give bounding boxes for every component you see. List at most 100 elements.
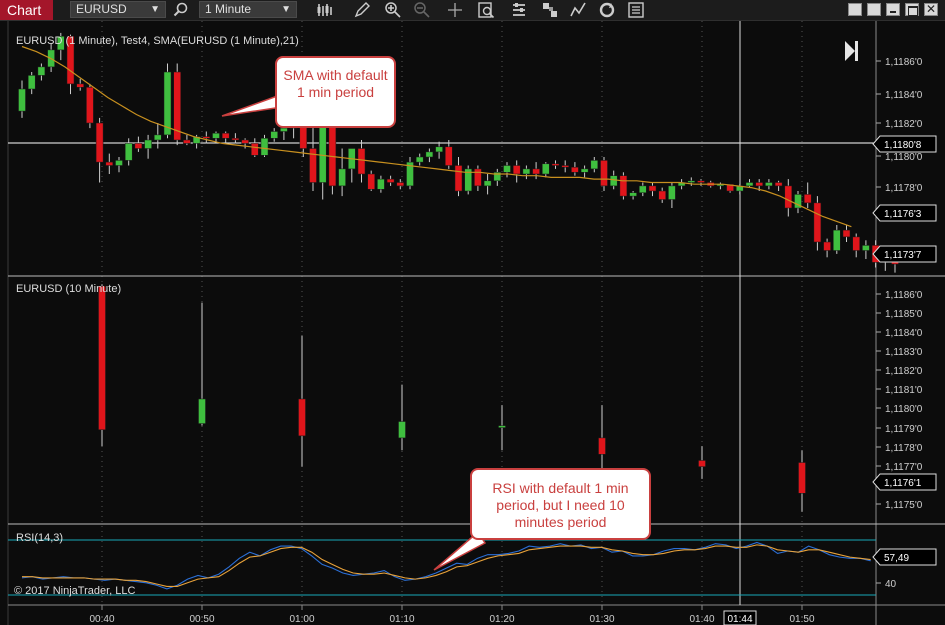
candle-body — [590, 160, 599, 170]
rsi-panel-title: RSI(14,3) — [16, 532, 63, 544]
time-tick-label: 01:20 — [489, 614, 514, 625]
strategies-icon[interactable] — [541, 1, 559, 19]
candle-body — [377, 178, 385, 190]
draw-pencil-icon[interactable] — [353, 1, 371, 19]
candle-body — [415, 156, 424, 163]
candle-body — [105, 161, 114, 166]
crosshair-icon[interactable] — [446, 1, 464, 19]
candle-body — [668, 185, 676, 200]
candle-body — [512, 165, 521, 175]
candle-body — [251, 143, 259, 156]
candle-body — [144, 139, 152, 149]
candle-body — [833, 229, 841, 251]
candle-body — [542, 163, 550, 175]
time-tick-label: 01:00 — [289, 614, 314, 625]
price-tick-label: 1,1175'0 — [885, 500, 923, 511]
candle-body — [98, 285, 106, 430]
candle-body — [784, 185, 793, 209]
candle-body — [498, 425, 506, 428]
minimize-button[interactable] — [886, 3, 900, 16]
zoom-in-icon[interactable] — [384, 1, 402, 19]
instrument-selector[interactable]: EURUSD ▼ — [70, 1, 166, 18]
rsi-value-marker-label: 57,49 — [884, 553, 909, 564]
sma-price-marker: 1,1176'3 — [872, 204, 937, 222]
candle-body — [328, 122, 337, 187]
candle-body — [445, 146, 453, 166]
time-tick-label: 01:40 — [689, 614, 714, 625]
close-button[interactable]: ✕ — [924, 2, 938, 16]
tab-chart[interactable]: Chart — [0, 0, 53, 20]
chart-toolbar: Chart EURUSD ▼ 1 Minute ▼ ✕ — [0, 0, 945, 21]
candle-body — [260, 138, 269, 156]
link-window-button[interactable] — [867, 3, 881, 16]
chevron-down-icon: ▼ — [150, 4, 160, 15]
ten-minute-panel-title: EURUSD (10 Minute) — [16, 283, 121, 295]
candle-body — [18, 88, 26, 112]
candle-body — [619, 175, 628, 197]
candle-body — [483, 180, 492, 187]
interval-selector[interactable]: 1 Minute ▼ — [199, 1, 297, 18]
crosshair-price-marker: 1,1180'8 — [872, 135, 937, 153]
ten-minute-price-marker-label: 1,1176'1 — [884, 478, 922, 489]
price-tick-label: 1,1180'0 — [885, 152, 923, 163]
indicators-icon[interactable] — [510, 1, 528, 19]
candle-body — [755, 182, 763, 187]
candle-body — [522, 168, 531, 175]
time-tick-label: 01:50 — [789, 614, 814, 625]
reload-icon[interactable] — [598, 1, 616, 19]
candle-body — [396, 182, 405, 187]
candle-body — [745, 182, 754, 187]
candle-body — [183, 139, 191, 144]
candle-body — [76, 83, 84, 88]
candle-body — [134, 143, 143, 149]
pin-window-button[interactable] — [848, 3, 862, 16]
candle-body — [629, 192, 637, 197]
price-tick-label: 1,1186'0 — [885, 57, 923, 68]
current-time-label: 01:44 — [727, 614, 752, 625]
candle-body — [37, 66, 46, 76]
candle-body — [280, 127, 288, 132]
candle-body — [386, 178, 395, 183]
instrument-value: EURUSD — [76, 2, 127, 16]
properties-icon[interactable] — [627, 1, 645, 19]
time-tick-label: 01:10 — [389, 614, 414, 625]
time-tick-label: 00:40 — [89, 614, 114, 625]
chevron-down-icon: ▼ — [281, 4, 291, 15]
candle-body — [600, 160, 608, 187]
price-tick-label: 40 — [885, 579, 897, 590]
candle-body — [687, 180, 696, 183]
candle-body — [532, 168, 540, 175]
candle-body — [571, 166, 579, 173]
main-panel-title: EURUSD (1 Minute), Test4, SMA(EURUSD (1 … — [16, 35, 299, 47]
price-tick-label: 1,1181'0 — [885, 385, 923, 396]
sma-price-marker-label: 1,1176'3 — [884, 209, 922, 220]
candle-body — [774, 182, 783, 187]
candle-body — [697, 180, 705, 183]
price-tick-label: 1,1179'0 — [885, 424, 923, 435]
candle-body — [474, 168, 482, 187]
candle-body — [454, 165, 463, 192]
candle-body — [357, 148, 366, 175]
price-tick-label: 1,1185'0 — [885, 309, 923, 320]
data-box-icon[interactable] — [477, 1, 495, 19]
maximize-button[interactable] — [905, 3, 919, 16]
copyright-text: © 2017 NinjaTrader, LLC — [14, 585, 135, 597]
candle-body — [648, 185, 657, 192]
candle-body — [580, 168, 589, 173]
drawing-tools-icon[interactable] — [569, 1, 587, 19]
candle-body — [298, 398, 306, 437]
candle-body — [115, 160, 123, 166]
search-icon[interactable] — [172, 1, 190, 19]
candle-body — [823, 241, 831, 251]
price-tick-label: 1,1182'0 — [885, 366, 923, 377]
ten-minute-price-marker: 1,1176'1 — [872, 473, 937, 491]
last-price-marker-label: 1,1173'7 — [884, 250, 922, 261]
bar-style-icon[interactable] — [315, 1, 333, 19]
candle-body — [86, 87, 94, 124]
candle-body — [398, 421, 406, 439]
candle-body — [367, 173, 375, 190]
candle-body — [435, 146, 443, 153]
zoom-out-icon[interactable] — [413, 1, 431, 19]
price-tick-label: 1,1184'0 — [885, 328, 923, 339]
candle-body — [27, 75, 36, 90]
